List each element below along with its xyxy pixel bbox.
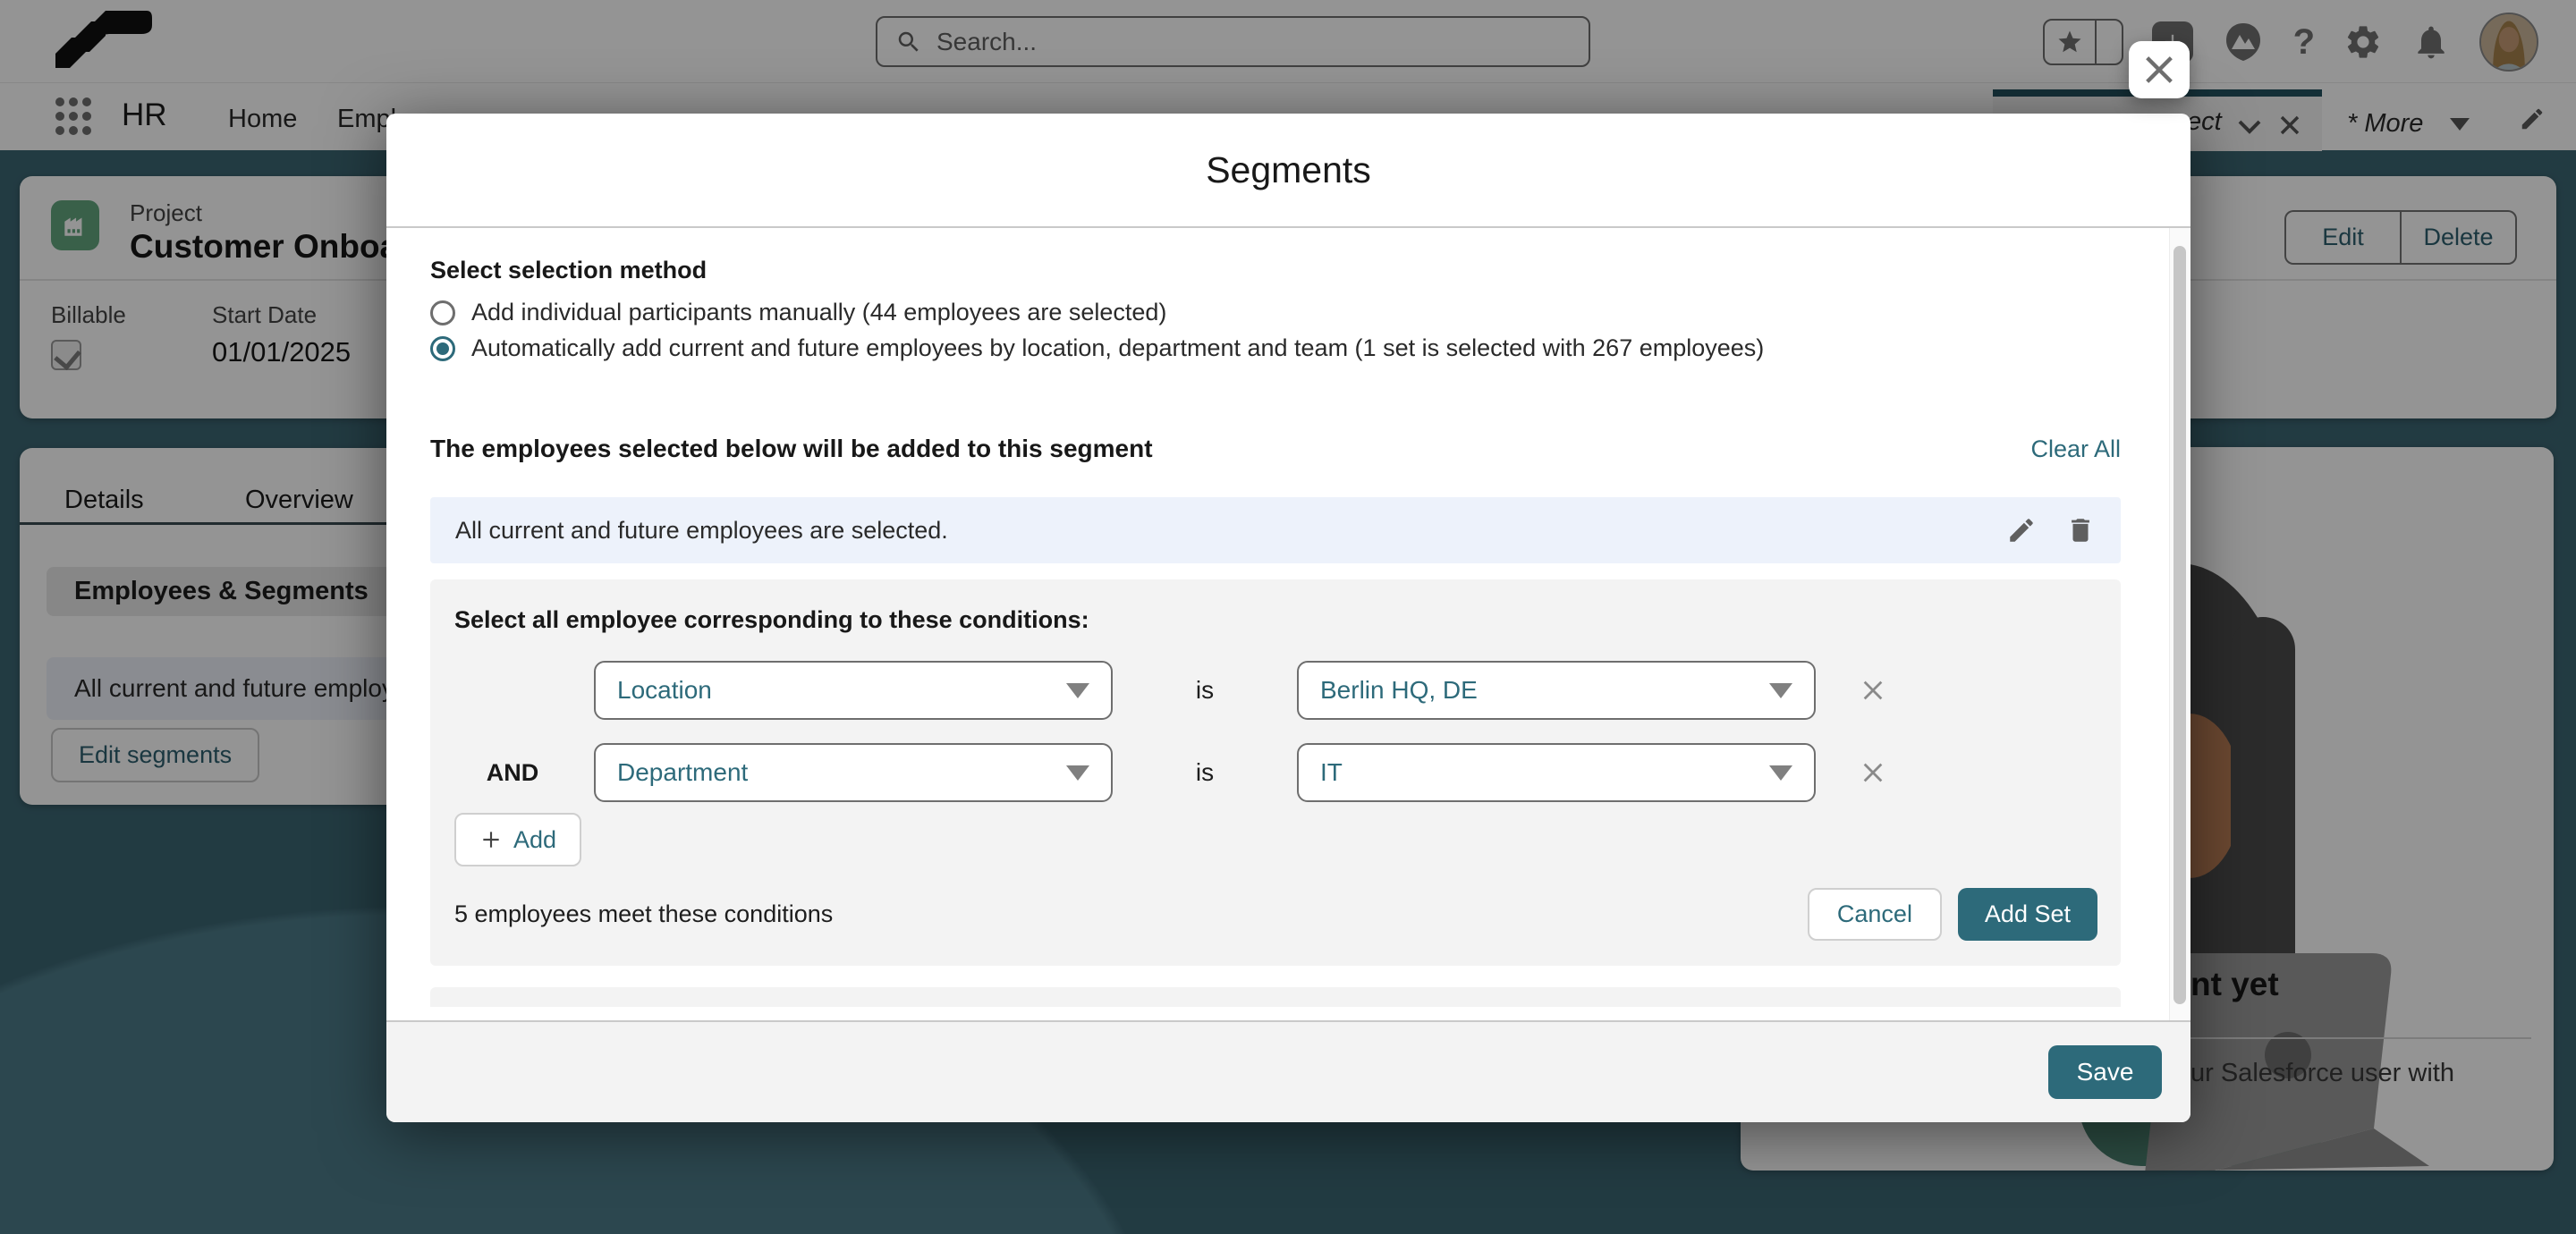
- radio-icon[interactable]: [430, 300, 455, 325]
- add-condition-label: Add: [513, 826, 556, 854]
- modal-header: Segments: [386, 114, 2190, 228]
- conditions-heading: Select all employee corresponding to the…: [454, 606, 2097, 634]
- close-icon: [2141, 52, 2177, 88]
- value-dropdown-value: IT: [1320, 758, 1769, 787]
- save-button[interactable]: Save: [2048, 1045, 2162, 1099]
- selected-summary-row: All current and future employees are sel…: [430, 497, 2121, 563]
- radio-option-automatic[interactable]: Automatically add current and future emp…: [430, 334, 2121, 362]
- clear-all-link[interactable]: Clear All: [2030, 435, 2121, 463]
- radio-manual-label: Add individual participants manually (44…: [471, 299, 1166, 326]
- segment-heading-row: The employees selected below will be add…: [430, 435, 2121, 463]
- dropdown-caret-icon: [1066, 765, 1089, 781]
- plus-icon: [479, 828, 503, 851]
- cancel-button[interactable]: Cancel: [1808, 888, 1942, 941]
- conditions-result-row: 5 employees meet these conditions Cancel…: [454, 888, 2097, 941]
- trash-icon: [2065, 515, 2096, 545]
- x-icon: [1860, 678, 1885, 703]
- conditions-actions: Cancel Add Set: [1808, 888, 2097, 941]
- selected-summary-text: All current and future employees are sel…: [455, 517, 2006, 545]
- field-dropdown-value: Location: [617, 676, 1066, 705]
- segments-modal: Segments Select selection method Add ind…: [386, 114, 2190, 1122]
- field-dropdown[interactable]: Location: [594, 661, 1113, 720]
- edit-selection-button[interactable]: [2006, 515, 2037, 545]
- radio-automatic-label: Automatically add current and future emp…: [471, 334, 1764, 362]
- radio-icon-selected[interactable]: [430, 336, 455, 361]
- field-dropdown[interactable]: Department: [594, 743, 1113, 802]
- radio-option-manual[interactable]: Add individual participants manually (44…: [430, 299, 2121, 326]
- condition-row: AND Department is IT: [454, 743, 2097, 802]
- remove-condition-button[interactable]: [1839, 759, 1907, 786]
- add-set-button[interactable]: Add Set: [1958, 888, 2097, 941]
- segment-heading: The employees selected below will be add…: [430, 435, 1153, 463]
- operator-label: is: [1136, 676, 1274, 705]
- modal-footer: Save: [386, 1020, 2190, 1122]
- modal-close-button[interactable]: [2129, 41, 2190, 98]
- conjunction-label: AND: [454, 759, 571, 787]
- next-section-sliver: [430, 987, 2121, 1007]
- selection-method-legend: Select selection method: [430, 257, 2121, 284]
- value-dropdown[interactable]: Berlin HQ, DE: [1297, 661, 1816, 720]
- modal-body: Select selection method Add individual p…: [386, 228, 2190, 1020]
- dropdown-caret-icon: [1066, 683, 1089, 698]
- modal-scrollbar-thumb[interactable]: [2174, 246, 2186, 1004]
- delete-selection-button[interactable]: [2065, 515, 2096, 545]
- pencil-icon: [2006, 515, 2037, 545]
- dropdown-caret-icon: [1769, 765, 1792, 781]
- value-dropdown[interactable]: IT: [1297, 743, 1816, 802]
- modal-title: Segments: [1206, 149, 1371, 191]
- conditions-result-text: 5 employees meet these conditions: [454, 900, 833, 928]
- remove-condition-button[interactable]: [1839, 677, 1907, 704]
- modal-scrollbar-track[interactable]: [2169, 228, 2190, 1020]
- app-root: ?: [0, 0, 2576, 1234]
- x-icon: [1860, 760, 1885, 785]
- condition-row: Location is Berlin HQ, DE: [454, 661, 2097, 720]
- dropdown-caret-icon: [1769, 683, 1792, 698]
- add-condition-button[interactable]: Add: [454, 813, 581, 866]
- operator-label: is: [1136, 758, 1274, 787]
- conditions-panel: Select all employee corresponding to the…: [430, 579, 2121, 966]
- value-dropdown-value: Berlin HQ, DE: [1320, 676, 1769, 705]
- selected-summary-actions: [2006, 515, 2096, 545]
- field-dropdown-value: Department: [617, 758, 1066, 787]
